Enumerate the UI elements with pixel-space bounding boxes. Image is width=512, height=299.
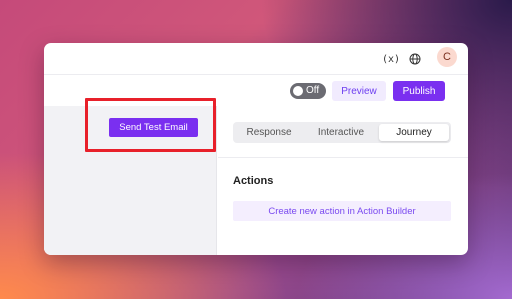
mode-tabs: Response Interactive Journey	[233, 122, 451, 143]
highlight-box	[85, 98, 216, 152]
tab-journey[interactable]: Journey	[379, 124, 449, 141]
create-action-link[interactable]: Create new action in Action Builder	[233, 201, 451, 221]
globe-icon-svg	[409, 53, 421, 65]
top-bar: (x) C	[44, 43, 468, 75]
tab-interactive[interactable]: Interactive	[303, 124, 379, 141]
app-window: (x) C Off Preview Publish Send Test Emai…	[44, 43, 468, 255]
variables-icon[interactable]: (x)	[382, 50, 400, 68]
divider	[218, 157, 468, 158]
preview-button[interactable]: Preview	[332, 81, 386, 101]
toggle-label: Off	[306, 85, 320, 96]
toggle-knob	[293, 86, 303, 96]
off-toggle[interactable]: Off	[290, 83, 326, 99]
publish-button[interactable]: Publish	[393, 81, 445, 101]
user-avatar[interactable]: C	[437, 47, 457, 67]
actions-title: Actions	[233, 175, 274, 187]
globe-icon[interactable]	[406, 50, 424, 68]
tab-response[interactable]: Response	[235, 124, 303, 141]
